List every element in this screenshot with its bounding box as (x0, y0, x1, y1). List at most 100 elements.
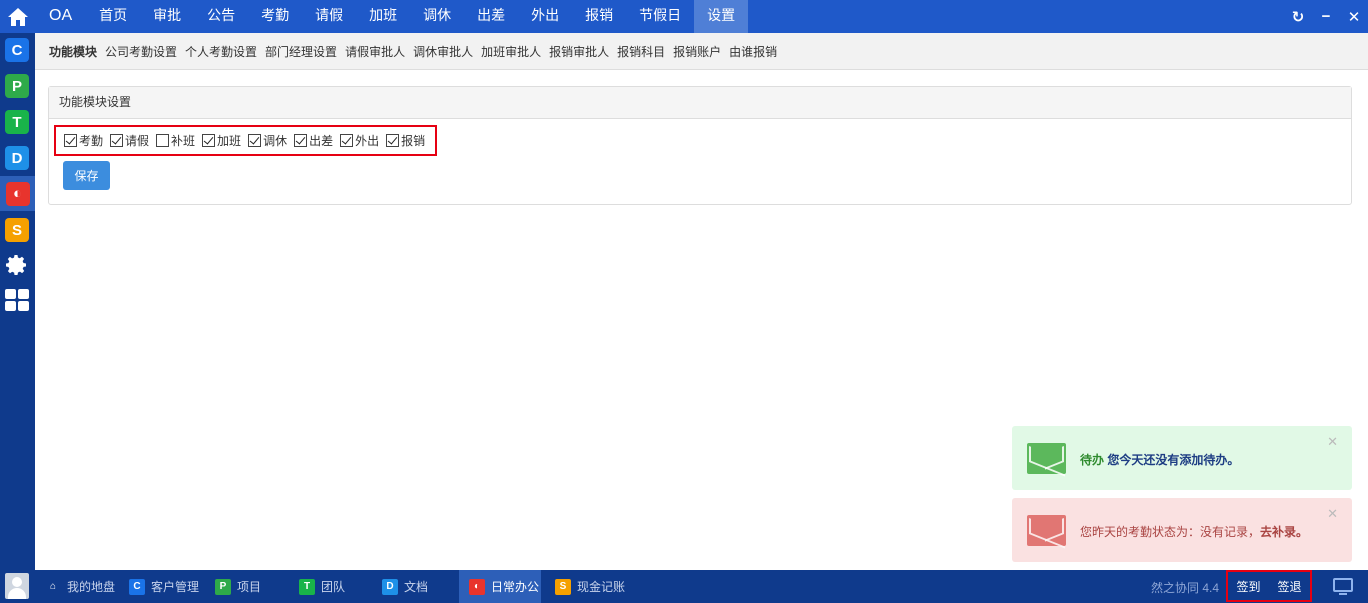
taskbar-app-icon: C (129, 578, 145, 595)
attendance-message: 您昨天的考勤状态为：没有记录，去补录。 (1080, 523, 1308, 540)
save-button[interactable]: 保存 (63, 161, 110, 190)
submenu-item-2[interactable]: 个人考勤设置 (185, 43, 257, 60)
taskbar-label: 日常办公 (491, 580, 540, 594)
main-nav: OA 首页 审批 公告 考勤 请假 加班 调休 出差 外出 报销 节假日 设置 (35, 0, 749, 33)
checkbox-label: 报销 (401, 134, 426, 148)
checkbox[interactable] (202, 134, 216, 147)
checkbox[interactable] (156, 134, 170, 147)
submenu-item-1[interactable]: 公司考勤设置 (105, 43, 177, 60)
sign-in-button[interactable]: 签到 (1236, 578, 1260, 595)
nav-item-9[interactable]: 报销 (572, 0, 626, 33)
todo-notification: 待办 您今天还没有添加待办。 ✕ (1012, 426, 1352, 490)
taskbar-app-icon: D (382, 578, 398, 595)
submenu-item-3[interactable]: 部门经理设置 (265, 43, 337, 60)
nav-item-5[interactable]: 加班 (356, 0, 410, 33)
nav-item-2[interactable]: 公告 (194, 0, 248, 33)
module-checkbox-item[interactable]: 报销 (386, 132, 425, 149)
settings-submenu: 功能模块 公司考勤设置 个人考勤设置 部门经理设置 请假审批人 调休审批人 加班审批人 报销审… (35, 33, 1368, 70)
checkbox-label: 请假 (125, 134, 150, 148)
t-app-icon[interactable]: T (5, 110, 29, 134)
refresh-icon[interactable]: ↻ (1284, 8, 1312, 26)
submenu-item-0[interactable]: 功能模块 (49, 43, 97, 60)
taskbar-label: 团队 (321, 580, 346, 594)
d-app-icon[interactable]: D (5, 146, 29, 170)
avatar[interactable] (5, 573, 29, 599)
gear-icon[interactable] (5, 253, 29, 277)
monitor-icon[interactable] (1333, 578, 1353, 595)
apps-grid-icon[interactable] (5, 288, 29, 312)
submenu-item-7[interactable]: 报销审批人 (549, 43, 609, 60)
submenu-item-8[interactable]: 报销科目 (617, 43, 665, 60)
submenu-item-9[interactable]: 报销账户 (673, 43, 721, 60)
nav-item-0[interactable]: 首页 (86, 0, 140, 33)
module-settings-panel: 功能模块设置 考勤 请假 补班 加班 调休 出差 外出 报销 保存 (48, 86, 1352, 205)
checkbox-label: 出差 (309, 134, 334, 148)
module-checkbox-item[interactable]: 调休 (248, 132, 287, 149)
checkbox-label: 补班 (171, 134, 196, 148)
o-app-icon[interactable]: ◐ (0, 176, 35, 211)
submenu-item-6[interactable]: 加班审批人 (481, 43, 541, 60)
attendance-notification: 您昨天的考勤状态为：没有记录，去补录。 ✕ (1012, 498, 1352, 562)
taskbar-item-1[interactable]: C 客户管理 (119, 570, 199, 603)
nav-item-11[interactable]: 设置 (694, 0, 749, 33)
module-checkbox-item[interactable]: 外出 (340, 132, 379, 149)
p-app-icon[interactable]: P (5, 74, 29, 98)
taskbar-item-4[interactable]: D 文档 (372, 570, 452, 603)
close-icon[interactable]: ✕ (1327, 434, 1338, 450)
top-navbar: OA 首页 审批 公告 考勤 请假 加班 调休 出差 外出 报销 节假日 设置 ↻ − ✕ (35, 0, 1368, 33)
attendance-text: 您昨天的考勤状态为：没有记录， (1080, 525, 1261, 539)
sign-out-button[interactable]: 签退 (1277, 578, 1301, 595)
checkbox-label: 加班 (217, 134, 242, 148)
module-checkbox-item[interactable]: 考勤 (64, 132, 103, 149)
taskbar-item-2[interactable]: P 项目 (205, 570, 285, 603)
close-icon[interactable]: ✕ (1327, 506, 1338, 522)
nav-item-8[interactable]: 外出 (518, 0, 572, 33)
c-app-icon[interactable]: C (5, 38, 29, 62)
checkbox[interactable] (248, 134, 262, 147)
nav-item-7[interactable]: 出差 (464, 0, 518, 33)
nav-item-10[interactable]: 节假日 (626, 0, 694, 33)
app-rail: C P T D ◐ S (0, 0, 35, 570)
checkbox[interactable] (64, 134, 77, 147)
taskbar-item-6[interactable]: S 现金记账 (545, 570, 625, 603)
checkbox[interactable] (340, 134, 354, 147)
close-icon[interactable]: ✕ (1340, 8, 1368, 26)
nav-item-3[interactable]: 考勤 (248, 0, 302, 33)
nav-item-4[interactable]: 请假 (302, 0, 356, 33)
checkbox[interactable] (386, 134, 400, 147)
submenu-item-10[interactable]: 由谁报销 (729, 43, 777, 60)
nav-item-6[interactable]: 调休 (410, 0, 464, 33)
taskbar-label: 现金记账 (577, 580, 626, 594)
taskbar-app-icon: P (215, 578, 231, 595)
checkbox[interactable] (110, 134, 124, 147)
window-controls: ↻ − ✕ (1284, 0, 1368, 33)
taskbar-app-icon: S (555, 578, 571, 595)
envelope-icon (1027, 515, 1066, 546)
module-checkbox-group: 考勤 请假 补班 加班 调休 出差 外出 报销 (54, 125, 437, 156)
taskbar: 然之协同 4.4 签到 签退 ⌂ 我的地盘 C 客户管理 P 项目 T 团队 D 文档 ◐ 日常办公 S… (0, 570, 1368, 603)
module-checkbox-item[interactable]: 请假 (110, 132, 149, 149)
taskbar-item-5[interactable]: ◐ 日常办公 (459, 570, 541, 603)
sign-box: 签到 签退 (1226, 570, 1312, 602)
taskbar-app-icon: T (299, 578, 315, 595)
module-checkbox-item[interactable]: 出差 (294, 132, 333, 149)
backfill-link[interactable]: 去补录。 (1260, 525, 1308, 539)
taskbar-app-icon: ◐ (469, 578, 485, 595)
module-checkbox-item[interactable]: 加班 (202, 132, 241, 149)
taskbar-item-3[interactable]: T 团队 (289, 570, 369, 603)
submenu-item-4[interactable]: 请假审批人 (345, 43, 405, 60)
taskbar-label: 文档 (404, 580, 429, 594)
home-icon[interactable] (0, 0, 35, 33)
taskbar-label: 项目 (237, 580, 262, 594)
submenu-item-5[interactable]: 调休审批人 (413, 43, 473, 60)
nav-item-1[interactable]: 审批 (140, 0, 194, 33)
panel-title: 功能模块设置 (49, 87, 1351, 119)
minimize-icon[interactable]: − (1312, 8, 1340, 25)
checkbox-label: 外出 (355, 134, 380, 148)
brand-logo[interactable]: OA (35, 0, 86, 33)
module-checkbox-item[interactable]: 补班 (156, 132, 195, 149)
todo-tag[interactable]: 待办 (1080, 453, 1104, 467)
checkbox[interactable] (294, 134, 308, 147)
s-app-icon[interactable]: S (5, 218, 29, 242)
taskbar-item-0[interactable]: ⌂ 我的地盘 (35, 570, 115, 603)
